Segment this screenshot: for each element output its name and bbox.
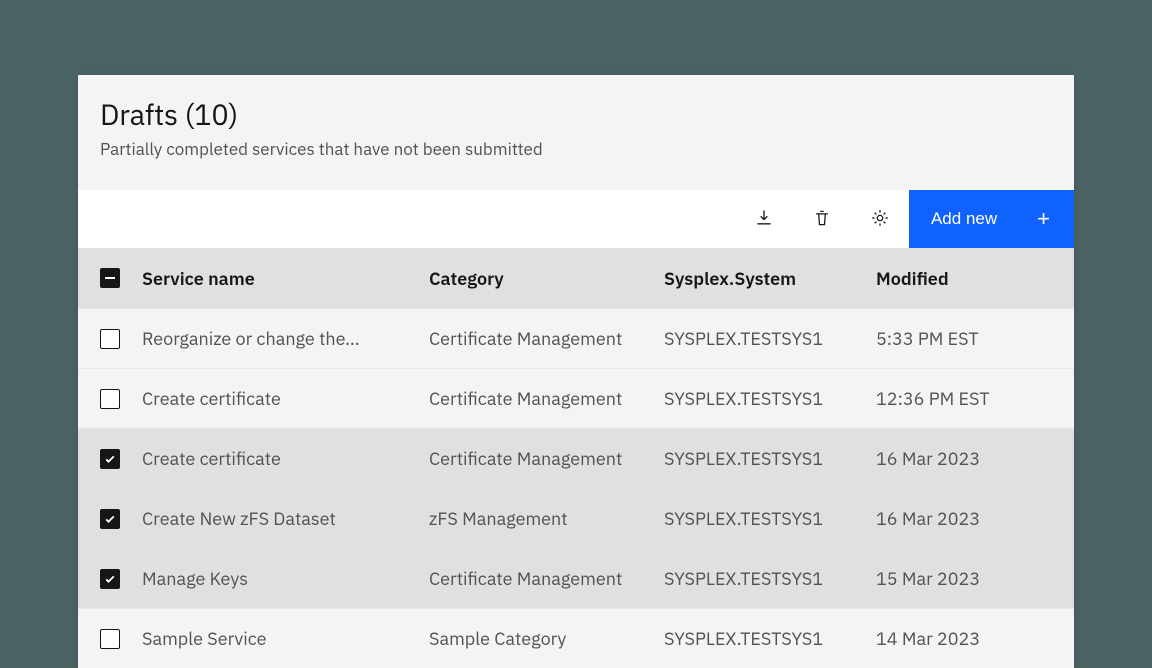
- cell-service-name: Create certificate: [142, 387, 429, 410]
- cell-service-name: Reorganize or change the…: [142, 327, 429, 350]
- add-new-button[interactable]: Add new +: [909, 190, 1074, 248]
- cell-modified: 12:36 PM EST: [876, 387, 1074, 410]
- toolbar: Add new +: [78, 190, 1074, 248]
- table-header-row: Service name Category Sysplex.System Mod…: [78, 248, 1074, 308]
- cell-system: SYSPLEX.TESTSYS1: [664, 567, 876, 590]
- column-header-modified[interactable]: Modified: [876, 267, 1074, 290]
- row-checkbox[interactable]: [100, 629, 120, 649]
- row-checkbox[interactable]: [100, 509, 120, 529]
- cell-modified: 14 Mar 2023: [876, 627, 1074, 650]
- select-all-checkbox[interactable]: [100, 268, 120, 288]
- plus-icon: +: [1037, 208, 1050, 230]
- cell-modified: 15 Mar 2023: [876, 567, 1074, 590]
- cell-modified: 5:33 PM EST: [876, 327, 1074, 350]
- row-checkbox[interactable]: [100, 389, 120, 409]
- row-checkbox[interactable]: [100, 449, 120, 469]
- page-subtitle: Partially completed services that have n…: [100, 138, 1052, 160]
- table-row[interactable]: Create certificateCertificate Management…: [78, 428, 1074, 488]
- cell-category: Certificate Management: [429, 447, 664, 470]
- cell-category: Sample Category: [429, 627, 664, 650]
- cell-category: Certificate Management: [429, 567, 664, 590]
- page-title: Drafts (10): [100, 95, 1052, 133]
- table-row[interactable]: Manage KeysCertificate ManagementSYSPLEX…: [78, 548, 1074, 608]
- column-header-category[interactable]: Category: [429, 267, 664, 290]
- cell-service-name: Manage Keys: [142, 567, 429, 590]
- drafts-panel: Drafts (10) Partially completed services…: [78, 75, 1074, 668]
- cell-service-name: Create New zFS Dataset: [142, 507, 429, 530]
- cell-category: zFS Management: [429, 507, 664, 530]
- cell-modified: 16 Mar 2023: [876, 447, 1074, 470]
- cell-system: SYSPLEX.TESTSYS1: [664, 447, 876, 470]
- column-header-system[interactable]: Sysplex.System: [664, 267, 876, 290]
- cell-category: Certificate Management: [429, 387, 664, 410]
- row-checkbox[interactable]: [100, 569, 120, 589]
- table-row[interactable]: Create New zFS DatasetzFS ManagementSYSP…: [78, 488, 1074, 548]
- download-icon: [754, 208, 774, 231]
- table-body: Reorganize or change the…Certificate Man…: [78, 308, 1074, 668]
- cell-system: SYSPLEX.TESTSYS1: [664, 387, 876, 410]
- cell-system: SYSPLEX.TESTSYS1: [664, 627, 876, 650]
- settings-button[interactable]: [851, 190, 909, 248]
- cell-service-name: Sample Service: [142, 627, 429, 650]
- table-row[interactable]: Create certificateCertificate Management…: [78, 368, 1074, 428]
- panel-header: Drafts (10) Partially completed services…: [78, 75, 1074, 190]
- cell-modified: 16 Mar 2023: [876, 507, 1074, 530]
- row-checkbox[interactable]: [100, 329, 120, 349]
- table-row[interactable]: Reorganize or change the…Certificate Man…: [78, 308, 1074, 368]
- cell-system: SYSPLEX.TESTSYS1: [664, 507, 876, 530]
- table-row[interactable]: Sample ServiceSample CategorySYSPLEX.TES…: [78, 608, 1074, 668]
- gear-icon: [870, 208, 890, 231]
- cell-category: Certificate Management: [429, 327, 664, 350]
- trash-icon: [812, 208, 832, 231]
- column-header-service-name[interactable]: Service name: [142, 267, 429, 290]
- download-button[interactable]: [735, 190, 793, 248]
- cell-system: SYSPLEX.TESTSYS1: [664, 327, 876, 350]
- delete-button[interactable]: [793, 190, 851, 248]
- add-new-label: Add new: [931, 209, 997, 229]
- cell-service-name: Create certificate: [142, 447, 429, 470]
